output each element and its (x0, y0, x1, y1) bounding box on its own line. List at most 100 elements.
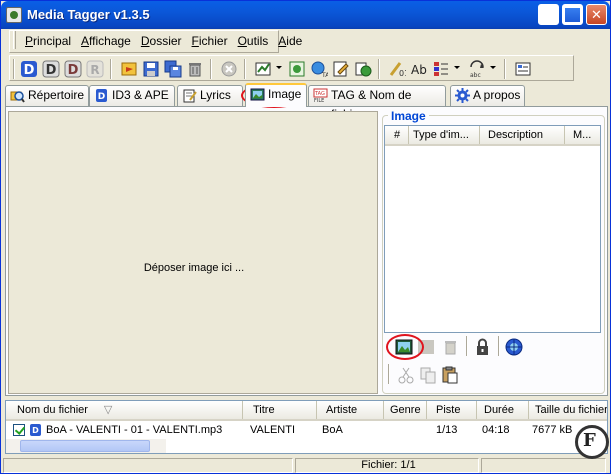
menu-bar: Principal Affichage Dossier Fichier Outi… (13, 31, 307, 51)
menu-outils[interactable]: Outils (233, 31, 274, 51)
id3v1-icon[interactable]: D (20, 60, 38, 78)
web-tag-icon[interactable]: TAG (310, 60, 328, 78)
app-icon (6, 7, 22, 23)
numbering-dropdown-icon[interactable] (454, 66, 460, 69)
ape-tag-icon[interactable]: D (64, 60, 82, 78)
image-drop-zone[interactable]: Déposer image ici ... (8, 111, 378, 394)
col-artist[interactable]: Artiste (317, 401, 384, 419)
paste-icon[interactable] (440, 365, 460, 385)
image-list[interactable]: # Type d'im... Description M... (384, 125, 601, 333)
file-list-header: Nom du fichier ▽ Titre Artiste Genre Pist… (6, 401, 607, 421)
col-index[interactable]: # (385, 126, 409, 144)
window-title: Media Tagger v1.3.5 (27, 7, 150, 22)
status-panel-left (3, 458, 293, 473)
main-toolbar: D D D R TAG 01 Ab abc (9, 55, 574, 81)
title-bar[interactable]: Media Tagger v1.3.5 ✕ (1, 1, 610, 29)
open-folder-icon[interactable] (120, 60, 138, 78)
lock-icon[interactable] (472, 337, 492, 357)
tab-a-propos[interactable]: A propos (450, 85, 525, 106)
edit-tag-icon[interactable] (332, 60, 350, 78)
row-checkbox[interactable] (13, 424, 25, 436)
menu-aide[interactable]: Aide (273, 31, 307, 51)
col-duration[interactable]: Durée (477, 401, 529, 419)
cell-track: 1/13 (436, 424, 458, 436)
capitalize-icon[interactable]: Ab (410, 60, 428, 78)
internet-lookup-icon[interactable] (354, 60, 372, 78)
replace-dropdown-icon[interactable] (490, 66, 496, 69)
auto-tag-dropdown-icon[interactable] (276, 66, 282, 69)
save-icon[interactable] (142, 60, 160, 78)
id3-badge-icon: D (96, 89, 107, 102)
toolbar-grip[interactable] (388, 364, 390, 384)
image-list-header: # Type d'im... Description M... (385, 126, 600, 146)
scrollbar-thumb[interactable] (20, 440, 150, 452)
auto-tag-icon[interactable] (254, 60, 272, 78)
col-filesize[interactable]: Taille du fichier (529, 401, 607, 419)
id3-file-icon: D (30, 424, 41, 436)
copy-icon (420, 367, 436, 384)
tab-label: A propos (473, 88, 521, 102)
minimize-icon (539, 5, 558, 24)
file-list[interactable]: Nom du fichier ▽ Titre Artiste Genre Pist… (5, 400, 608, 454)
svg-text:TAG: TAG (314, 91, 325, 97)
image-group-title: Image (388, 109, 429, 123)
col-track[interactable]: Piste (427, 401, 477, 419)
toolbar-separator (498, 336, 500, 356)
tab-id3-ape[interactable]: D ID3 & APE (89, 85, 175, 106)
menu-principal[interactable]: Principal (20, 31, 76, 51)
svg-text:D: D (68, 63, 79, 78)
tab-repertoire[interactable]: Répertoire (5, 85, 89, 106)
picture-icon (250, 88, 265, 101)
horizontal-scrollbar[interactable] (6, 439, 166, 453)
col-image-type[interactable]: Type d'im... (409, 126, 480, 144)
delete-tag-icon[interactable] (186, 60, 204, 78)
numbering-icon[interactable] (432, 60, 450, 78)
toolbar-grip[interactable] (13, 59, 15, 79)
maximize-button[interactable] (562, 4, 583, 25)
cell-artist: BoA (322, 424, 343, 436)
svg-text:Ab: Ab (411, 63, 427, 77)
delete-image-icon (445, 341, 456, 355)
toolbar-separator (504, 59, 506, 79)
col-title[interactable]: Titre (243, 401, 317, 419)
stop-icon (221, 61, 237, 77)
tag-file-icon: TAGFILE (313, 88, 328, 103)
app-window: Media Tagger v1.3.5 ✕ Principal Affichag… (0, 0, 611, 474)
col-filename[interactable]: Nom du fichier ▽ (6, 401, 243, 419)
tab-label: ID3 & APE (112, 88, 169, 102)
replace-text-icon[interactable]: abc (468, 60, 486, 78)
toolbar-separator (466, 336, 468, 356)
col-description[interactable]: Description (480, 126, 565, 144)
maximize-icon (563, 5, 582, 24)
tab-label: Lyrics (200, 88, 231, 102)
freedb-icon[interactable] (288, 60, 306, 78)
svg-text:D: D (46, 63, 57, 78)
menu-grip[interactable] (13, 31, 16, 49)
col-mime[interactable]: M... (565, 126, 600, 144)
status-panel-right (481, 458, 606, 473)
gear-icon (455, 88, 470, 103)
tab-label: Répertoire (28, 88, 85, 102)
col-filename-label: Nom du fichier (17, 404, 88, 416)
svg-text:FILE: FILE (314, 98, 324, 103)
svg-text:D: D (32, 426, 39, 435)
menu-fichier[interactable]: Fichier (187, 31, 233, 51)
col-genre[interactable]: Genre (384, 401, 427, 419)
cell-title: VALENTI (250, 424, 296, 436)
svg-text:D: D (24, 63, 35, 78)
minimize-button[interactable] (538, 4, 559, 25)
menu-affichage[interactable]: Affichage (76, 31, 136, 51)
table-row[interactable]: D BoA - VALENTI - 01 - VALENTI.mp3 VALEN… (6, 422, 607, 438)
id3v2-icon[interactable]: D (42, 60, 60, 78)
case-convert-icon[interactable]: 01 (388, 60, 406, 78)
tab-lyrics[interactable]: Lyrics (177, 85, 243, 106)
close-button[interactable]: ✕ (586, 4, 607, 25)
menu-dossier[interactable]: Dossier (136, 31, 187, 51)
status-file-count: Fichier: 1/1 (295, 458, 479, 473)
search-web-image-icon[interactable] (504, 337, 524, 357)
tab-image[interactable]: Image (245, 83, 307, 107)
options-icon[interactable] (514, 60, 532, 78)
tab-tag-filename[interactable]: TAGFILE TAG & Nom de fichier (308, 85, 446, 121)
sort-arrow-icon: ▽ (103, 404, 113, 416)
save-all-icon[interactable] (164, 60, 182, 78)
